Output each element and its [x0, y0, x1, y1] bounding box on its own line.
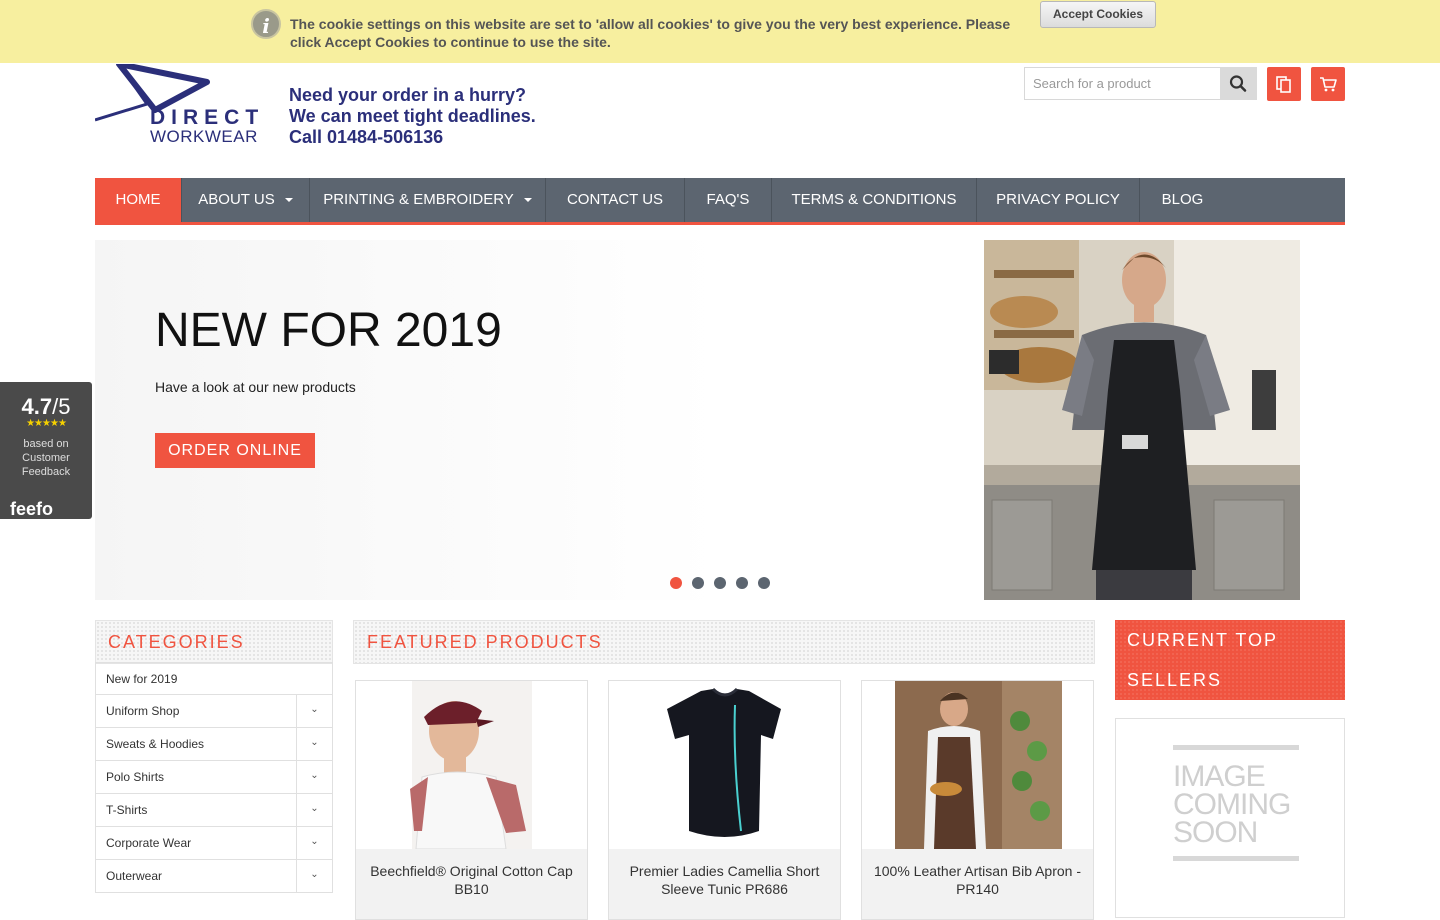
nav-blog[interactable]: BLOG: [1140, 178, 1225, 222]
chevron-down-icon[interactable]: ⌄: [296, 761, 332, 793]
rating-scale: /5: [52, 394, 71, 419]
top-seller-card[interactable]: IMAGE COMING SOON: [1115, 718, 1345, 918]
category-label: T-Shirts: [106, 803, 148, 817]
info-icon: i: [251, 9, 281, 39]
product-card[interactable]: Premier Ladies Camellia Short Sleeve Tun…: [608, 680, 841, 920]
product-card[interactable]: Beechfield® Original Cotton Cap BB10: [355, 680, 588, 920]
nav-privacy-policy[interactable]: PRIVACY POLICY: [977, 178, 1140, 222]
slider-dot[interactable]: [670, 577, 682, 589]
category-label: Corporate Wear: [106, 836, 192, 850]
product-image[interactable]: [862, 681, 1093, 849]
nav-contact-us[interactable]: CONTACT US: [546, 178, 685, 222]
cookie-message: The cookie settings on this website are …: [290, 16, 1011, 50]
slider-dot[interactable]: [714, 577, 726, 589]
category-item[interactable]: New for 2019: [95, 662, 333, 695]
order-online-button[interactable]: ORDER ONLINE: [155, 433, 315, 468]
product-name[interactable]: Beechfield® Original Cotton Cap BB10: [356, 849, 587, 919]
slider-dot[interactable]: [758, 577, 770, 589]
slider-dot[interactable]: [692, 577, 704, 589]
chevron-down-icon[interactable]: ⌄: [296, 695, 332, 727]
category-label: New for 2019: [106, 672, 178, 686]
nav-label: FAQ'S: [706, 191, 750, 208]
caret-down-icon: [284, 198, 293, 203]
category-item[interactable]: Corporate Wear ⌄: [95, 827, 333, 860]
nav-terms-conditions[interactable]: TERMS & CONDITIONS: [772, 178, 977, 222]
logo-text-workwear: WORKWEAR: [150, 127, 258, 146]
category-label: Sweats & Hoodies: [106, 737, 205, 751]
feefo-logo: feefo: [10, 499, 54, 519]
category-label: Polo Shirts: [106, 770, 165, 784]
cart-button[interactable]: [1311, 67, 1345, 101]
nav-faqs[interactable]: FAQ'S: [685, 178, 772, 222]
tagline: Need your order in a hurry? We can meet …: [289, 85, 536, 148]
category-list: New for 2019 Uniform Shop ⌄ Sweats & Hood…: [95, 662, 333, 893]
tagline-line: We can meet tight deadlines.: [289, 106, 536, 126]
nav-label: ABOUT US: [198, 191, 275, 208]
category-label: Uniform Shop: [106, 704, 180, 718]
rating-stars-icon: ★★★★★: [26, 418, 67, 429]
rating-score: 4.7/5: [0, 394, 92, 420]
top-sellers-heading: CURRENT TOP SELLERS: [1115, 620, 1345, 700]
slider-dot[interactable]: [736, 577, 748, 589]
rating-value: 4.7: [21, 394, 53, 419]
tagline-line: Need your order in a hurry?: [289, 85, 527, 105]
chevron-down-icon[interactable]: ⌄: [296, 728, 332, 760]
hero-title: NEW FOR 2019: [155, 304, 502, 357]
category-label: Outerwear: [106, 869, 163, 883]
nav-label: PRIVACY POLICY: [996, 191, 1120, 208]
product-image[interactable]: [356, 681, 587, 849]
product-image[interactable]: [609, 681, 840, 849]
hero-image: [984, 240, 1300, 600]
category-item[interactable]: Outerwear ⌄: [95, 860, 333, 893]
search-icon: [1229, 75, 1247, 92]
nav-label: BLOG: [1161, 191, 1204, 208]
category-item[interactable]: T-Shirts ⌄: [95, 794, 333, 827]
accept-cookies-button[interactable]: Accept Cookies: [1040, 1, 1156, 28]
category-item[interactable]: Polo Shirts ⌄: [95, 761, 333, 794]
chevron-down-icon[interactable]: ⌄: [296, 794, 332, 826]
product-name[interactable]: 100% Leather Artisan Bib Apron - PR140: [862, 849, 1093, 919]
product-card[interactable]: 100% Leather Artisan Bib Apron - PR140: [861, 680, 1094, 920]
category-item[interactable]: Sweats & Hoodies ⌄: [95, 728, 333, 761]
compare-button[interactable]: [1267, 67, 1301, 101]
categories-heading: CATEGORIES: [95, 620, 333, 664]
nav-home[interactable]: HOME: [95, 178, 182, 222]
rating-note: based on Customer Feedback: [21, 438, 71, 478]
nav-printing-embroidery[interactable]: PRINTING & EMBROIDERY: [310, 178, 546, 222]
nav-label: HOME: [115, 191, 161, 208]
copy-icon: [1276, 76, 1291, 93]
chevron-down-icon[interactable]: ⌄: [296, 860, 332, 892]
image-coming-soon-placeholder: IMAGE COMING SOON: [1173, 745, 1299, 861]
tagline-phone: Call 01484-506136: [289, 127, 444, 147]
product-name[interactable]: Premier Ladies Camellia Short Sleeve Tun…: [609, 849, 840, 919]
nav-label: CONTACT US: [566, 191, 664, 208]
cart-icon: [1320, 77, 1337, 92]
featured-products-heading: FEATURED PRODUCTS: [353, 620, 1095, 664]
hero-subtitle: Have a look at our new products: [155, 379, 356, 395]
caret-down-icon: [523, 198, 532, 203]
search-input[interactable]: Search for a product: [1024, 67, 1221, 100]
category-item[interactable]: Uniform Shop ⌄: [95, 695, 333, 728]
search-button[interactable]: [1220, 67, 1257, 100]
nav-label: TERMS & CONDITIONS: [791, 191, 957, 208]
main-nav: HOME ABOUT US PRINTING & EMBROIDERY CONT…: [95, 178, 1345, 225]
nav-about-us[interactable]: ABOUT US: [182, 178, 310, 222]
feefo-rating-widget[interactable]: 4.7/5 ★★★★★ based on Customer Feedback f…: [0, 382, 92, 519]
cookie-banner: i The cookie settings on this website ar…: [0, 0, 1440, 63]
nav-label: PRINTING & EMBROIDERY: [323, 191, 514, 208]
chevron-down-icon[interactable]: ⌄: [296, 827, 332, 859]
